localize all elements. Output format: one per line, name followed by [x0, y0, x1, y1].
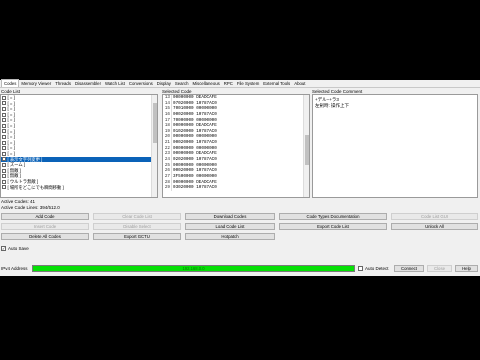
clear-code-list-button[interactable]: Clear Code List — [93, 213, 181, 220]
unlock-all-button[interactable]: Unlock All — [391, 223, 478, 230]
selected-code-scrollbar[interactable] — [303, 95, 309, 197]
insert-code-button[interactable]: Insert Code — [1, 223, 89, 230]
tab-display[interactable]: Display — [155, 80, 173, 87]
code-enable-checkbox[interactable] — [2, 140, 6, 145]
line-text: 03020000 10787AC0 — [173, 185, 217, 191]
ip-address-input[interactable]: 192.168.0.0 — [32, 265, 355, 272]
tab-search[interactable]: Search — [173, 80, 191, 87]
connect-button[interactable]: Connect — [394, 265, 424, 272]
app-window: Codes Memory Viewer Threads Disassembler Wat… — [0, 79, 480, 276]
disable-select-button[interactable]: Disable Select — [93, 223, 181, 230]
help-button[interactable]: Help — [455, 265, 478, 272]
auto-save-label: Auto Save — [8, 246, 29, 251]
delete-all-codes-button[interactable]: Delete All Codes — [1, 233, 89, 240]
code-list-scrollbar[interactable] — [151, 95, 157, 197]
tab-miscellaneous[interactable]: Miscellaneous — [191, 80, 222, 87]
code-enable-checkbox[interactable] — [2, 157, 6, 162]
active-codes-count: Active Codes: 41 — [1, 199, 36, 204]
auto-save-checkbox[interactable]: ✓ — [1, 246, 6, 251]
comment-text: +デル−+ラ3 左剣時: 操作上下 — [315, 97, 349, 108]
code-enable-checkbox[interactable] — [2, 146, 6, 151]
load-code-list-button[interactable]: Load Code List — [185, 223, 275, 230]
close-button[interactable]: Close — [427, 265, 452, 272]
auto-detect-label: Auto Detect — [365, 266, 389, 271]
code-enable-checkbox[interactable] — [2, 162, 6, 167]
export-gctu-button[interactable]: Export GCTU — [93, 233, 181, 240]
tab-watch-list[interactable]: Watch List — [103, 80, 127, 87]
code-list-item[interactable]: [ 場所をどこにでも瞬間移動 ] — [1, 185, 157, 191]
export-code-list-button[interactable]: Export Code List — [279, 223, 387, 230]
code-enable-checkbox[interactable] — [2, 174, 6, 179]
code-list-gui-button[interactable]: Code List GUI — [391, 213, 478, 220]
tab-bar: Codes Memory Viewer Threads Disassembler Wat… — [0, 79, 480, 88]
code-types-docs-button[interactable]: Code Types Documentation — [279, 213, 387, 220]
tab-conversions[interactable]: Conversions — [127, 80, 155, 87]
code-enable-checkbox[interactable] — [2, 129, 6, 134]
selected-code-comment[interactable]: +デル−+ラ3 左剣時: 操作上下 — [312, 94, 478, 198]
code-enable-checkbox[interactable] — [2, 106, 6, 111]
ip-address-label: IPv4 Address — [1, 266, 28, 271]
code-name: [ 場所をどこにでも瞬間移動 ] — [7, 184, 64, 190]
tab-codes[interactable]: Codes — [1, 79, 20, 87]
tab-disassembler[interactable]: Disassembler — [73, 80, 103, 87]
code-enable-checkbox[interactable] — [2, 134, 6, 139]
tab-external-tools[interactable]: External Tools — [261, 80, 292, 87]
code-list[interactable]: [ = ][ = ][ = ][ = ][ = ][ = ][ = ][ = ]… — [0, 94, 158, 198]
line-number: 29 — [164, 185, 172, 191]
code-enable-checkbox[interactable] — [2, 95, 6, 100]
code-enable-checkbox[interactable] — [2, 118, 6, 123]
code-enable-checkbox[interactable] — [2, 168, 6, 173]
selected-code-editor[interactable]: 13 00000000 DEADCAFE 14 07020000 10787AC0 15… — [162, 94, 310, 198]
code-enable-checkbox[interactable] — [2, 112, 6, 117]
active-code-lines: Active Code Lines: 394/512.0 — [1, 205, 60, 210]
tab-about[interactable]: About — [292, 80, 307, 87]
code-line: 29 03020000 10787AC0 — [163, 185, 309, 191]
code-enable-checkbox[interactable] — [2, 123, 6, 128]
add-code-button[interactable]: Add Code — [1, 213, 89, 220]
auto-detect-checkbox[interactable] — [358, 266, 363, 271]
download-codes-button[interactable]: Download Codes — [185, 213, 275, 220]
code-enable-checkbox[interactable] — [2, 101, 6, 106]
code-enable-checkbox[interactable] — [2, 185, 6, 190]
tab-threads[interactable]: Threads — [53, 80, 73, 87]
tab-file-system[interactable]: File System — [235, 80, 261, 87]
tab-memory-viewer[interactable]: Memory Viewer — [19, 80, 53, 87]
code-enable-checkbox[interactable] — [2, 179, 6, 184]
code-enable-checkbox[interactable] — [2, 151, 6, 156]
tab-rpc[interactable]: RPC — [222, 80, 235, 87]
hotpatch-button[interactable]: Hotpatch — [185, 233, 275, 240]
